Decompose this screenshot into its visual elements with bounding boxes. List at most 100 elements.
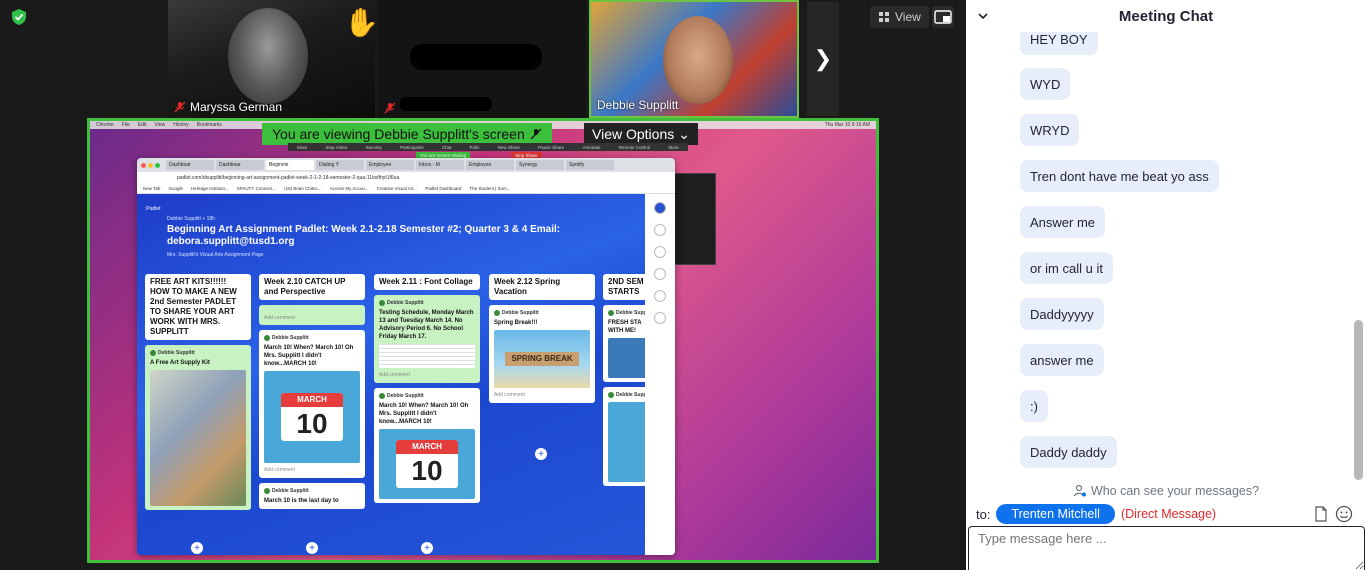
padlet-card: Debbie Supplitt Spring Break!!! SPRING B… [489, 305, 595, 403]
recipient-dropdown[interactable]: Trenten Mitchell [996, 504, 1115, 524]
redaction-mark [400, 97, 492, 111]
toolbar-item: More [668, 144, 679, 150]
column-header: Week 2.12 Spring Vacation [489, 274, 595, 300]
schedule-table-image [379, 344, 475, 368]
screen-layout-button[interactable] [932, 6, 954, 28]
next-page-button[interactable]: ❯ [807, 2, 839, 116]
muted-mic-icon [174, 101, 186, 113]
bookmark: Access My Accou... [329, 186, 369, 191]
menu-item: View [154, 122, 166, 128]
browser-tab: Employee [466, 160, 514, 170]
padlet-side-toolbar [645, 194, 675, 555]
chat-title: Meeting Chat [1118, 7, 1214, 25]
padlet-card: Debbie Supplitt March 10 is the last day… [259, 483, 365, 509]
who-can-see-link[interactable]: Who can see your messages? [966, 482, 1366, 500]
card-author: Debbie Supplitt [272, 335, 309, 341]
browser-tab: Dialing Y [316, 160, 364, 170]
column-header: Week 2.11 : Font Collage [374, 274, 480, 290]
chat-message-list[interactable]: HEY BOY WYD WRYD Tren dont have me beat … [966, 32, 1352, 480]
card-author: Debbie Supplitt [272, 488, 309, 494]
add-comment-link: Add comment [494, 392, 525, 398]
chat-message: WYD [1020, 68, 1071, 100]
browser-tab: Beginnin [266, 160, 314, 170]
padlet-column: FREE ART KITS!!!!!! HOW TO MAKE A NEW 2n… [145, 274, 251, 510]
view-button[interactable]: View [870, 6, 929, 28]
chat-message: Answer me [1020, 206, 1106, 238]
direct-message-label: (Direct Message) [1120, 507, 1217, 521]
menu-item: Edit [137, 122, 147, 128]
padlet-author: Debbie Supplitt + 18h [167, 216, 215, 222]
viewing-banner: You are viewing Debbie Supplitt's screen [262, 123, 552, 145]
browser-tab: Inbox - M [416, 160, 464, 170]
add-comment-link: Add comment [264, 315, 295, 321]
bookmark: The Student | Sum... [469, 186, 511, 191]
chevron-down-icon[interactable] [976, 9, 990, 23]
padlet-logo: :Padlet [145, 206, 161, 212]
muted-mic-icon [384, 102, 396, 114]
share-icon [654, 246, 666, 258]
chevron-down-icon: ⌄ [678, 125, 690, 142]
padlet-column: Week 2.11 : Font Collage Debbie Supplitt… [374, 274, 480, 503]
menu-item: History [173, 122, 189, 128]
bookmark: Creative Visual Art... [376, 186, 418, 191]
add-comment-link: Add comment [264, 467, 295, 473]
video-tile-debbie[interactable]: Debbie Supplitt [589, 0, 799, 118]
file-icon[interactable] [1314, 506, 1328, 522]
toolbar-item: Stop Video [325, 144, 348, 150]
chat-panel: Meeting Chat HEY BOY WYD WRYD Tren dont … [966, 0, 1366, 570]
toolbar-item: Remote Control [618, 144, 651, 150]
padlet-title: Beginning Art Assignment Padlet: Week 2.… [167, 224, 561, 247]
browser-tab: Spotify [566, 160, 614, 170]
chat-message-input[interactable] [968, 526, 1365, 570]
chat-message: WRYD [1020, 114, 1080, 146]
view-options-label: View Options [592, 126, 675, 142]
remix-icon [654, 312, 666, 324]
toolbar-item: Polls [469, 144, 480, 150]
spring-break-image: SPRING BREAK [494, 330, 590, 388]
address-bar: padlet.com/dsupplitt/beginning-art-assig… [137, 172, 675, 184]
minimize-dot-icon [148, 162, 153, 168]
toolbar-item: Mute [297, 144, 308, 150]
chat-message: HEY BOY [1020, 32, 1098, 55]
bookmark: (18) Brian Chitec... [284, 186, 322, 191]
toolbar-item: Chat [441, 144, 452, 150]
toolbar-item: Annotate [582, 144, 601, 150]
chat-message: Tren dont have me beat yo ass [1020, 160, 1219, 192]
chat-header: Meeting Chat [966, 0, 1366, 32]
add-post-icon: + [421, 542, 433, 554]
add-post-icon: + [535, 448, 547, 460]
avatar [264, 488, 270, 494]
maximize-dot-icon [155, 162, 160, 168]
encryption-shield-icon[interactable] [10, 8, 28, 26]
calendar-day: 10 [296, 408, 328, 439]
toolbar-item: Pause Share [538, 144, 565, 150]
chat-scrollbar-thumb[interactable] [1354, 320, 1363, 480]
column-header: Week 2.10 CATCH UP and Perspective [259, 274, 365, 300]
chat-message: Daddyyyyy [1020, 298, 1104, 330]
participant-video [663, 16, 733, 104]
view-options-button[interactable]: View Options ⌄ [584, 123, 698, 145]
padlet-subtitle: Mrs. Supplitt's Visual Arts Assignment P… [167, 252, 264, 258]
toolbar-item: Participants [400, 144, 424, 150]
viewing-banner-text: You are viewing Debbie Supplitt's screen [272, 126, 525, 142]
card-author: Debbie Supplitt [502, 310, 539, 316]
person-eye-icon [1073, 484, 1086, 497]
muted-mic-icon [530, 128, 542, 140]
avatar [608, 392, 614, 398]
video-tile-maryssa[interactable]: ✋ Maryssa German [168, 0, 375, 118]
padlet-column: Week 2.10 CATCH UP and Perspective Add c… [259, 274, 365, 509]
menu-item: Bookmarks [196, 122, 222, 128]
zoom-window: ✋ Maryssa German Debbie Supplitt ❯ View … [0, 0, 1366, 570]
bookmark: Padlet Dashboard [425, 186, 462, 191]
system-clock: Thu Mar 10 9:16 AM [824, 122, 870, 128]
grid-view-icon [879, 12, 889, 22]
bookmark: SPAUTY Connect... [236, 186, 277, 191]
add-comment-link: Add comment [379, 372, 410, 378]
emoji-icon[interactable] [1335, 505, 1353, 523]
browser-window: Dashboar Dashboar Beginnin Dialing Y Emp… [137, 158, 675, 555]
card-body: A Free Art Supply Kit [150, 360, 210, 366]
bookmark: Heritage Instituto... [190, 186, 229, 191]
shared-screen[interactable]: Chrome File Edit View History Bookmarks … [87, 118, 879, 563]
calendar-day: 10 [411, 455, 443, 486]
avatar [264, 335, 270, 341]
